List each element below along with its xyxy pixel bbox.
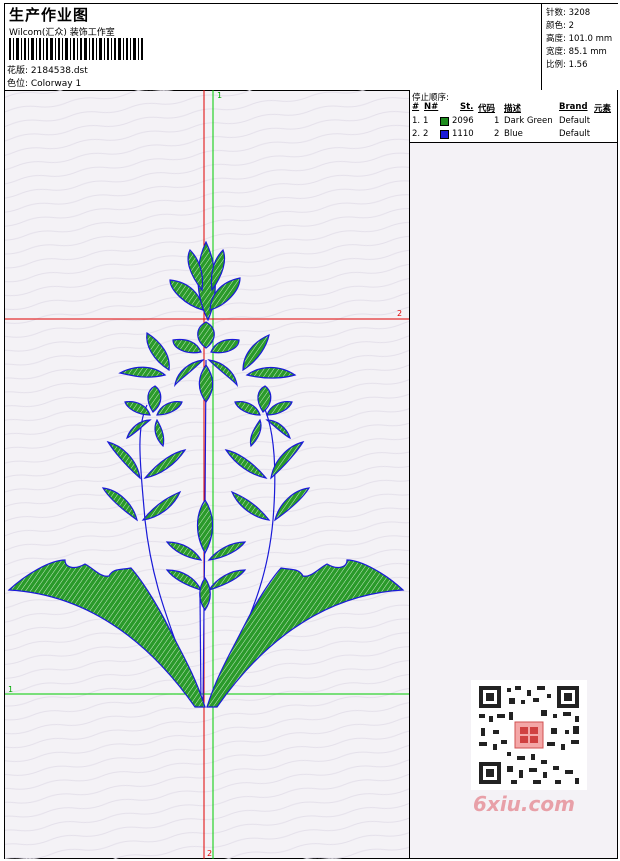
- guide-label-top: 1: [217, 91, 222, 100]
- stop-sequence-panel: 停止顺序: # N# St. 代码 描述 Brand 元素 1. 1 2096 …: [410, 90, 617, 143]
- header-panel: 生产作业图 Wilcom(汇众) 装饰工作室 花版: 2184538.dst 色…: [5, 4, 618, 91]
- col-hash: #: [412, 102, 420, 112]
- watermark: 6xiu.com: [473, 792, 575, 816]
- guide-label-right: 2: [397, 309, 402, 318]
- embroidery-design: 1 2 1 2: [5, 90, 409, 859]
- row-code: 2: [494, 129, 500, 139]
- stop-row: 2. 2 1110 2 Blue Default: [410, 129, 617, 141]
- col-desc: 描述: [504, 104, 522, 114]
- company-name: Wilcom(汇众) 装饰工作室: [9, 28, 115, 38]
- col-n: N#: [424, 102, 439, 112]
- col-st: St.: [460, 102, 474, 112]
- color-swatch: [440, 117, 449, 126]
- qr-code-icon: [471, 680, 587, 790]
- row-desc: Dark Green: [504, 116, 553, 126]
- colorway: 色位: Colorway 1: [7, 79, 82, 89]
- barcode-icon: [9, 38, 143, 60]
- row-code: 1: [494, 116, 500, 126]
- row-brand: Default: [559, 129, 591, 139]
- row-n: 1: [423, 116, 429, 126]
- design-canvas: 1 2 1 2: [5, 90, 410, 859]
- row-desc: Blue: [504, 129, 523, 139]
- row-index: 2.: [412, 129, 421, 139]
- stat-width: 宽度: 85.1 mm: [546, 47, 607, 57]
- stats-panel: 针数: 3208 颜色: 2 高度: 101.0 mm 宽度: 85.1 mm …: [541, 4, 618, 90]
- col-element: 元素: [594, 104, 612, 114]
- production-sheet: 生产作业图 Wilcom(汇众) 装饰工作室 花版: 2184538.dst 色…: [4, 3, 618, 859]
- stop-row: 1. 1 2096 1 Dark Green Default: [410, 116, 617, 128]
- row-stitches: 1110: [452, 129, 474, 139]
- stat-height: 高度: 101.0 mm: [546, 34, 613, 44]
- col-code: 代码: [478, 104, 496, 114]
- stat-ratio: 比例: 1.56: [546, 60, 588, 70]
- page-title: 生产作业图: [9, 6, 90, 24]
- color-swatch: [440, 130, 449, 139]
- row-stitches: 2096: [452, 116, 474, 126]
- guide-label-left: 1: [8, 685, 13, 694]
- stat-stitches: 针数: 3208: [546, 8, 591, 18]
- col-brand: Brand: [559, 102, 588, 112]
- stat-colors: 颜色: 2: [546, 21, 574, 31]
- row-n: 2: [423, 129, 429, 139]
- row-brand: Default: [559, 116, 591, 126]
- row-index: 1.: [412, 116, 421, 126]
- guide-label-bottom: 2: [207, 849, 212, 858]
- pattern-file: 花版: 2184538.dst: [7, 66, 88, 76]
